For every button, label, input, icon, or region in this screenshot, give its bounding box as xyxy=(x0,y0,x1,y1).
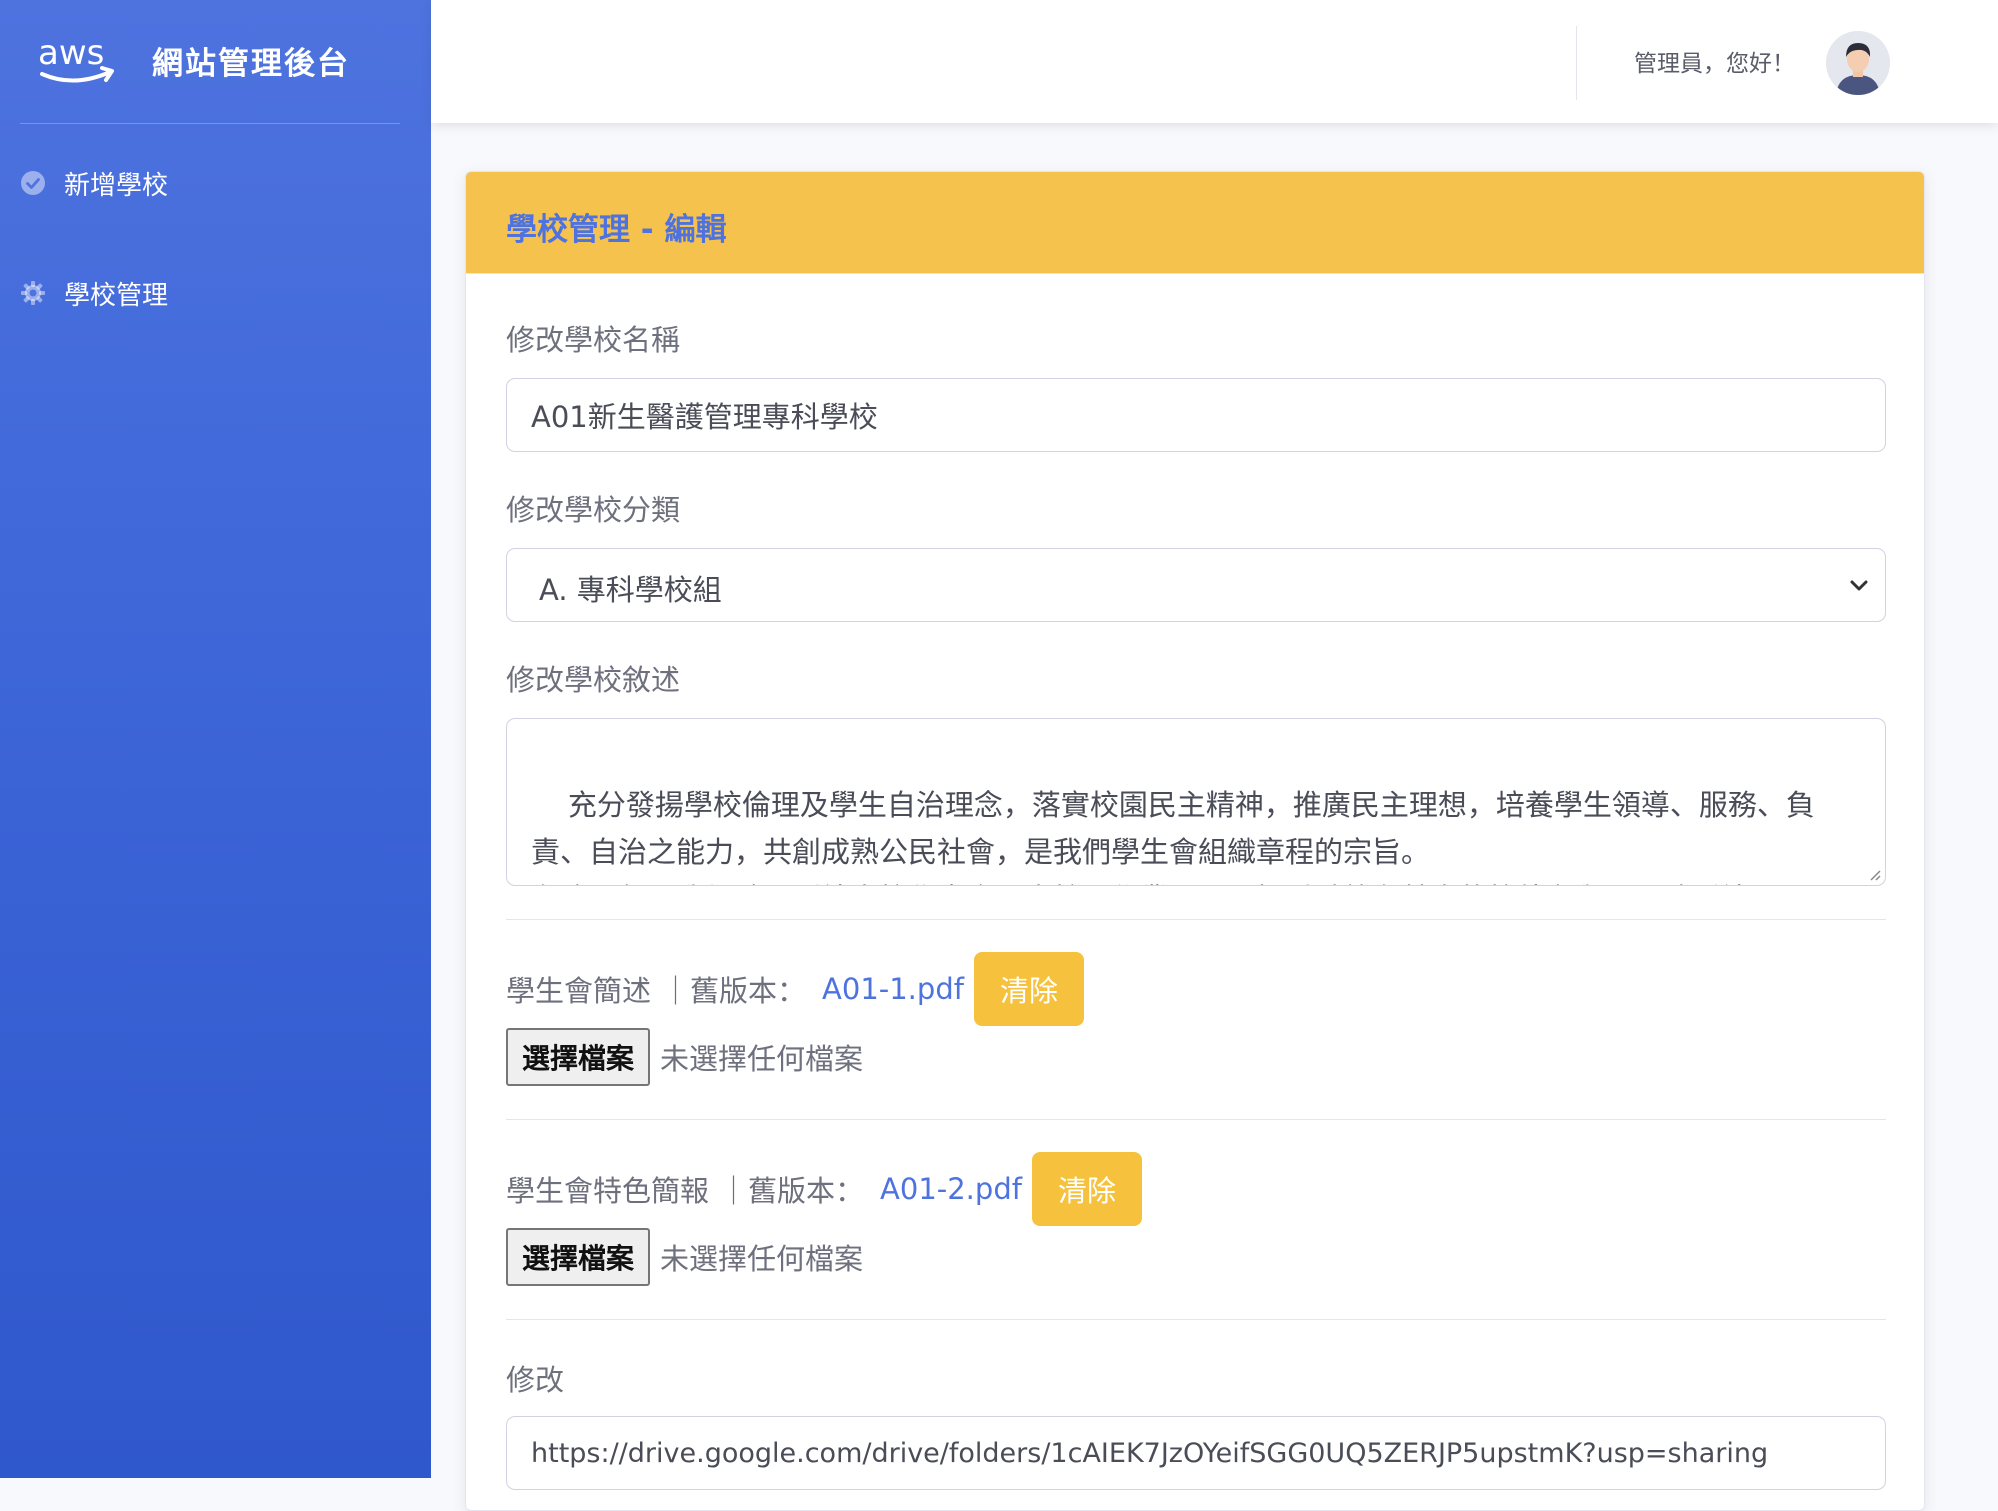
sidebar-item-label: 新增學校 xyxy=(64,170,169,201)
file-row-student-council-summary: 學生會簡述 ｜舊版本： A01-1.pdf 清除 xyxy=(506,952,1084,1026)
file-picker: 選擇檔案 未選擇任何檔案 xyxy=(506,1228,863,1286)
clear-file-button[interactable]: 清除 xyxy=(1031,1152,1142,1226)
file-label: 學生會特色簡報 xyxy=(506,1174,710,1208)
section-divider xyxy=(506,1319,1886,1320)
school-description-text: 充分發揚學校倫理及學生自治理念，落實校園民主精神，推廣民主理想，培養學生領導、服… xyxy=(531,788,1815,885)
old-version-label: ｜舊版本： xyxy=(661,974,807,1008)
sidebar-divider xyxy=(20,123,400,124)
brand[interactable]: aws 網站管理後台 xyxy=(34,20,350,100)
gear-icon xyxy=(20,280,46,306)
file-status: 未選擇任何檔案 xyxy=(660,1242,864,1276)
sidebar-item-label: 學校管理 xyxy=(64,280,169,311)
section-divider xyxy=(506,919,1886,920)
file-status: 未選擇任何檔案 xyxy=(660,1042,864,1076)
chevron-down-icon xyxy=(1850,580,1868,591)
file-row-student-council-presentation: 學生會特色簡報 ｜舊版本： A01-2.pdf 清除 xyxy=(506,1152,1142,1226)
user-greeting[interactable]: 管理員，您好！ xyxy=(1634,44,1795,78)
choose-file-button[interactable]: 選擇檔案 xyxy=(506,1028,651,1086)
section-divider xyxy=(506,1119,1886,1120)
school-name-input[interactable] xyxy=(506,378,1886,452)
sidebar-item-school-management[interactable]: 學校管理 xyxy=(20,268,168,318)
aws-logo-icon: aws xyxy=(38,33,114,83)
old-version-label: ｜舊版本： xyxy=(719,1174,865,1208)
sidebar-item-add-school[interactable]: 新增學校 xyxy=(20,158,168,208)
school-category-selected: A. 專科學校組 xyxy=(539,573,722,607)
clear-file-button[interactable]: 清除 xyxy=(973,952,1084,1026)
school-description-textarea[interactable]: 充分發揚學校倫理及學生自治理念，落實校園民主精神，推廣民主理想，培養學生領導、服… xyxy=(506,718,1886,886)
resize-grip-icon[interactable] xyxy=(1867,867,1881,881)
school-description-label: 修改學校敘述 xyxy=(506,663,681,697)
old-version-file-link[interactable]: A01-2.pdf xyxy=(880,1172,1022,1206)
link-field-label: 修改 xyxy=(506,1363,565,1397)
school-category-label: 修改學校分類 xyxy=(506,493,681,527)
school-name-label: 修改學校名稱 xyxy=(506,323,681,357)
user-avatar-icon[interactable] xyxy=(1826,31,1890,95)
file-label: 學生會簡述 xyxy=(506,974,652,1008)
topbar: 管理員，您好！ xyxy=(431,0,1998,123)
topbar-divider xyxy=(1576,26,1577,100)
old-version-file-link[interactable]: A01-1.pdf xyxy=(822,972,964,1006)
check-circle-icon xyxy=(20,170,46,196)
aws-logo-text: aws xyxy=(38,33,104,73)
edit-school-card: 學校管理 - 編輯 修改學校名稱 修改學校分類 A. 專科學校組 修改學校敘述 … xyxy=(465,171,1925,1511)
drive-link-input[interactable] xyxy=(506,1416,1886,1490)
sidebar: aws 網站管理後台 新增學校 學校管理 xyxy=(0,0,431,1478)
file-picker: 選擇檔案 未選擇任何檔案 xyxy=(506,1028,863,1086)
brand-title: 網站管理後台 xyxy=(152,45,350,82)
card-title: 學校管理 - 編輯 xyxy=(506,212,727,248)
school-category-select[interactable]: A. 專科學校組 xyxy=(506,548,1886,622)
choose-file-button[interactable]: 選擇檔案 xyxy=(506,1228,651,1286)
card-header: 學校管理 - 編輯 xyxy=(466,172,1924,274)
